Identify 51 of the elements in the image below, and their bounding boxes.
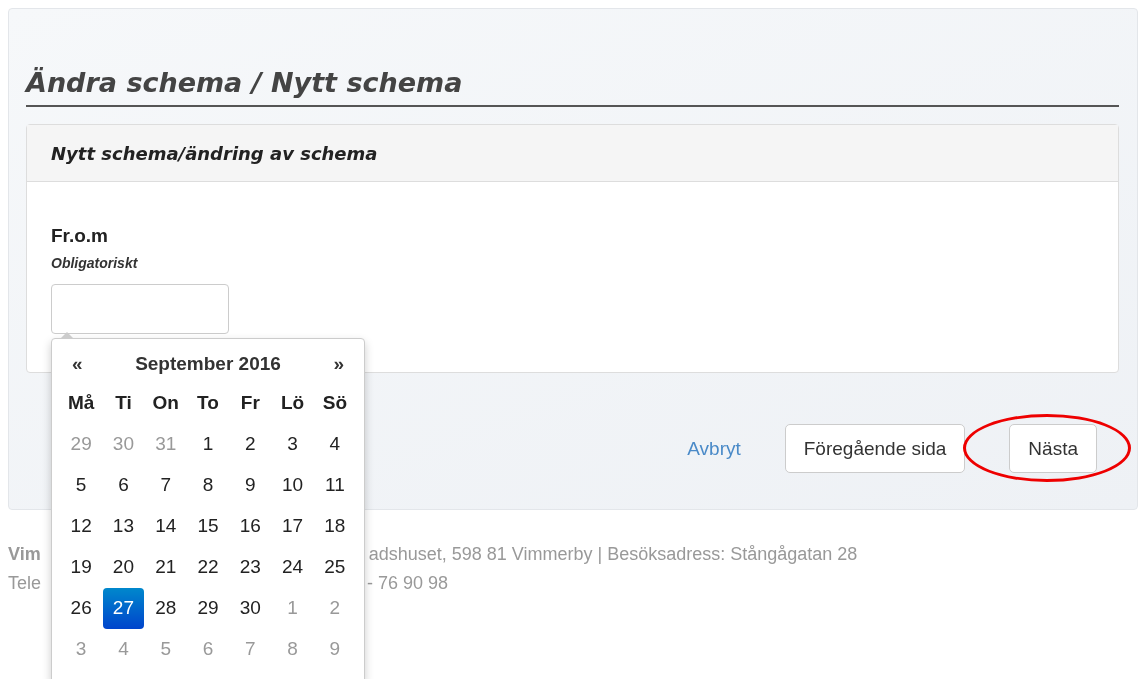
calendar-day[interactable]: 18 [314, 506, 355, 547]
page-title: Ändra schema / Nytt schema [26, 67, 1119, 108]
weekday-header: On [151, 391, 180, 416]
calendar-day[interactable]: 8 [187, 465, 229, 506]
calendar-day[interactable]: 19 [61, 547, 102, 588]
card-header: Nytt schema/ändring av schema [27, 125, 1118, 183]
calendar-day[interactable]: 17 [272, 506, 313, 547]
calendar-day[interactable]: 24 [272, 547, 313, 588]
footer-text: Vim [8, 544, 41, 564]
calendar-day[interactable]: 6 [103, 465, 144, 506]
calendar-day[interactable]: 1 [187, 424, 229, 465]
calendar-day[interactable]: 27 [103, 588, 144, 629]
calendar-day[interactable]: 4 [314, 424, 355, 465]
next-button[interactable]: Nästa [1009, 424, 1097, 474]
calendar-day[interactable]: 25 [314, 547, 355, 588]
weekday-header: Fr [239, 391, 261, 416]
calendar-day[interactable]: 10 [272, 465, 313, 506]
calendar-day[interactable]: 29 [187, 588, 229, 629]
calendar-day[interactable]: 9 [230, 465, 271, 506]
calendar-day[interactable]: 11 [314, 465, 355, 506]
next-month-button[interactable]: » [333, 349, 344, 379]
month-title: September 2016 [135, 351, 281, 376]
calendar-day[interactable]: 28 [145, 588, 186, 629]
footer-text: Tele [8, 573, 42, 593]
calendar-day[interactable]: 30 [230, 588, 271, 629]
calendar-day[interactable]: 22 [187, 547, 229, 588]
weekday-header: To [196, 391, 220, 416]
calendar-day[interactable]: 3 [272, 424, 313, 465]
calendar-day[interactable]: 7 [145, 465, 186, 506]
calendar-day[interactable]: 5 [61, 465, 102, 506]
footer-text: - 76 90 98 [367, 573, 449, 593]
weekday-header: Sö [321, 391, 348, 416]
calendar-day[interactable]: 15 [187, 506, 229, 547]
calendar-day[interactable]: 23 [230, 547, 271, 588]
calendar-day[interactable]: 13 [103, 506, 144, 547]
weekday-header: Lö [279, 391, 306, 416]
calendar-day[interactable]: 26 [61, 588, 102, 629]
required-hint: Obligatoriskt [51, 254, 139, 274]
field-label: Fr.o.m [51, 226, 109, 248]
calendar-day[interactable]: 20 [103, 547, 144, 588]
weekday-header: Må [66, 391, 96, 416]
footer-text: adshuset, 598 81 Vimmerby | Besöksadress: Stångågatan 28 [368, 544, 858, 564]
weekday-header: Ti [114, 391, 133, 416]
calendar-day[interactable]: 16 [230, 506, 271, 547]
calendar-day[interactable]: 2 [230, 424, 271, 465]
previous-page-button[interactable]: Föregående sida [784, 424, 966, 474]
previous-month-button[interactable]: « [72, 349, 83, 379]
calendar-day[interactable]: 12 [61, 506, 102, 547]
date-input-field[interactable] [51, 284, 229, 335]
calendar-day[interactable]: 21 [145, 547, 186, 588]
calendar-day[interactable]: 14 [145, 506, 186, 547]
